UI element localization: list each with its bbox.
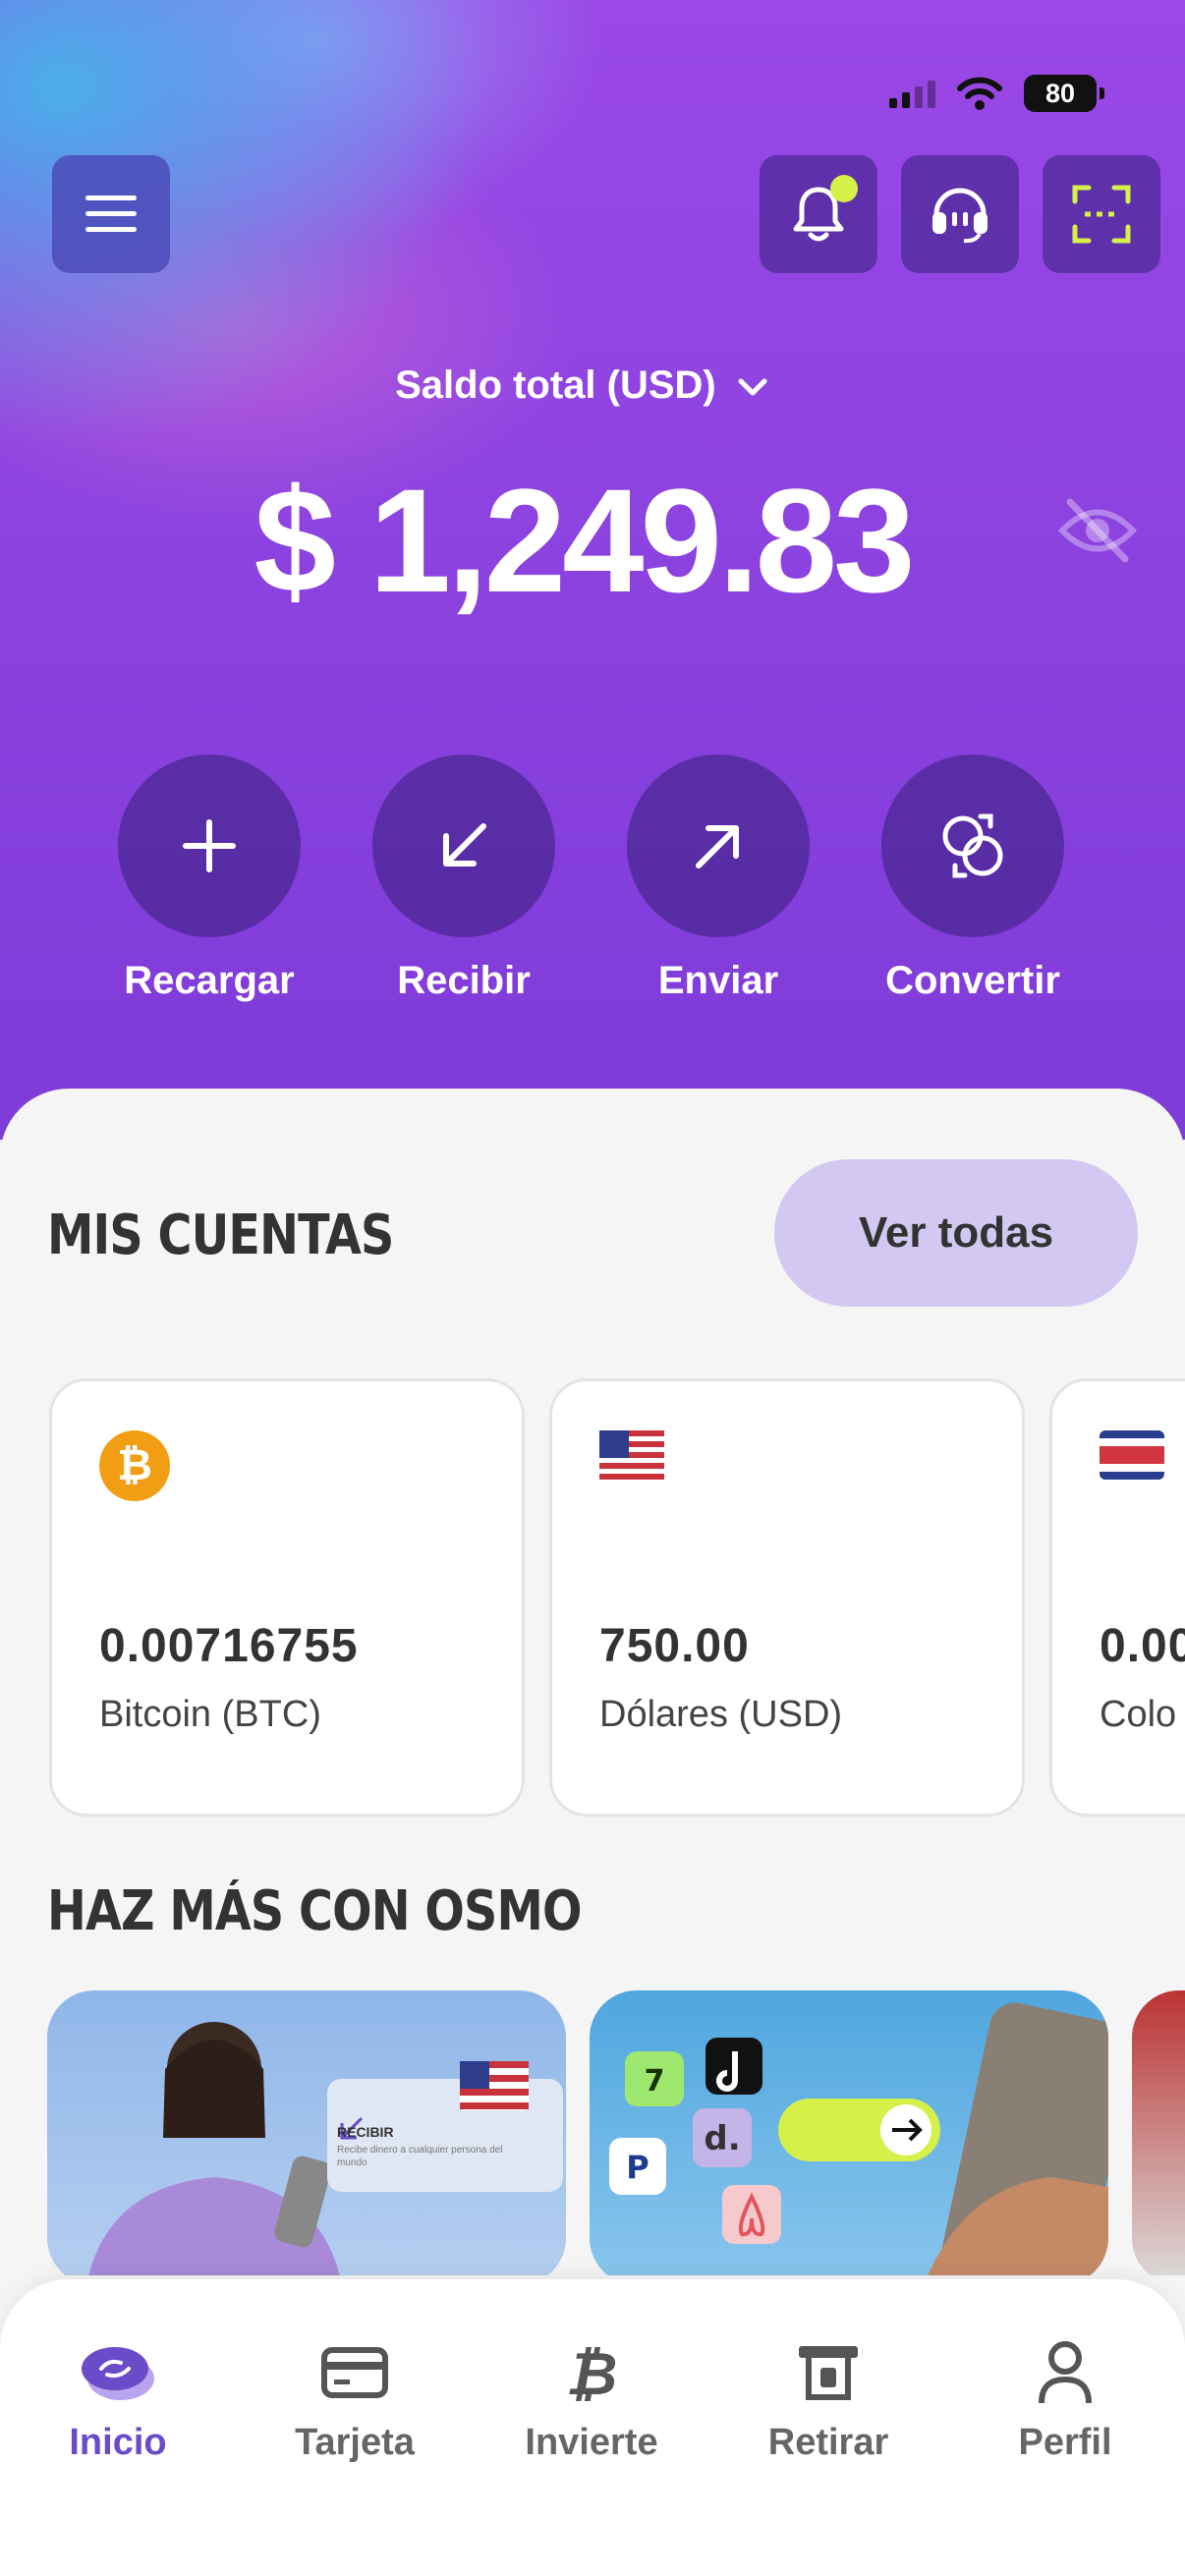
- nav-inicio[interactable]: Inicio: [10, 2333, 226, 2464]
- promo-card-apps[interactable]: 7 P d.: [590, 1990, 1108, 2275]
- menu-button[interactable]: [52, 155, 170, 273]
- status-bar: 80: [889, 75, 1104, 112]
- promo-carousel[interactable]: RECIBIR Recibe dinero a cualquier person…: [0, 1990, 1185, 2275]
- card-icon: [321, 2347, 388, 2398]
- enviar-action[interactable]: Enviar: [610, 755, 826, 1003]
- battery-level: 80: [1044, 78, 1076, 108]
- nav-invierte[interactable]: ₿ Invierte: [483, 2333, 700, 2464]
- action-label: Recargar: [124, 959, 295, 1002]
- balance-currency-selector[interactable]: Saldo total (USD): [0, 364, 1165, 408]
- promo-receive-label: RECIBIR: [337, 2124, 394, 2140]
- nav-label: Invierte: [525, 2422, 658, 2463]
- support-button[interactable]: [901, 155, 1019, 273]
- promo-receive-illustration: [88, 2022, 563, 2275]
- account-amount: 0.00716755: [99, 1620, 359, 1672]
- action-label: Enviar: [657, 959, 779, 1002]
- home-coins-icon: [82, 2347, 154, 2400]
- svg-text:7: 7: [645, 2064, 665, 2099]
- hero-header: 80 Saldo total (USD) $ 1,249.83 Recargar…: [0, 0, 1185, 1140]
- svg-text:₿: ₿: [566, 2341, 618, 2404]
- promo-card-receive[interactable]: RECIBIR Recibe dinero a cualquier person…: [47, 1990, 566, 2275]
- nav-tarjeta[interactable]: Tarjeta: [247, 2333, 463, 2464]
- nav-perfil[interactable]: Perfil: [957, 2333, 1173, 2464]
- arrow-up-right-icon: [627, 755, 810, 937]
- bitcoin-icon: ₿: [99, 1430, 170, 1501]
- recibir-action[interactable]: Recibir: [356, 755, 572, 1003]
- account-name: Bitcoin (BTC): [99, 1694, 321, 1735]
- nav-label: Inicio: [69, 2422, 167, 2463]
- accounts-section-title: MIS CUENTAS: [47, 1204, 394, 1267]
- promo-apps-illustration: 7 P d.: [609, 2002, 1108, 2275]
- account-card-usd[interactable]: 750.00 Dólares (USD): [549, 1378, 1025, 1817]
- nav-label: Perfil: [1018, 2422, 1112, 2463]
- nav-label: Retirar: [767, 2422, 889, 2463]
- costa-rica-flag-icon: [1100, 1430, 1164, 1480]
- view-all-button[interactable]: Ver todas: [774, 1159, 1138, 1307]
- eye-off-icon[interactable]: [1056, 496, 1139, 565]
- account-name: Dólares (USD): [599, 1694, 843, 1735]
- bottom-nav: Inicio Tarjeta ₿ Invierte Retirar Perfil: [0, 2279, 1185, 2576]
- profile-icon: [1039, 2341, 1092, 2404]
- action-label: Recibir: [397, 959, 531, 1002]
- signal-icon: [889, 79, 935, 108]
- headset-icon: [932, 188, 988, 244]
- balance-label: Saldo total (USD): [395, 364, 716, 407]
- notification-dot: [830, 175, 858, 202]
- account-name: Colo: [1100, 1694, 1177, 1735]
- wifi-icon: [957, 77, 1002, 110]
- promo-section-title: HAZ MÁS CON OSMO: [47, 1879, 582, 1943]
- account-amount: 0.00: [1100, 1620, 1185, 1672]
- account-card-crc[interactable]: 0.00 Colo: [1049, 1378, 1185, 1817]
- us-flag-icon: [599, 1430, 664, 1480]
- promo-card-3[interactable]: [1132, 1990, 1185, 2275]
- svg-text:d.: d.: [704, 2119, 740, 2158]
- atm-icon: [799, 2346, 858, 2400]
- balance-amount: $ 1,249.83: [254, 458, 916, 623]
- account-amount: 750.00: [599, 1620, 750, 1672]
- arrow-down-left-icon: [372, 755, 555, 937]
- bitcoin-b-icon: ₿: [566, 2341, 618, 2404]
- plus-icon: [118, 755, 301, 937]
- recargar-action[interactable]: Recargar: [101, 755, 317, 1003]
- notifications-button[interactable]: [760, 155, 877, 273]
- convertir-action[interactable]: Convertir: [865, 755, 1081, 1003]
- battery-indicator: 80: [1024, 75, 1104, 112]
- nav-retirar[interactable]: Retirar: [720, 2333, 936, 2464]
- action-label: Convertir: [885, 959, 1060, 1002]
- account-card-btc[interactable]: ₿ 0.00716755 Bitcoin (BTC): [49, 1378, 525, 1817]
- nav-label: Tarjeta: [295, 2422, 415, 2463]
- us-flag-icon: [460, 2061, 529, 2110]
- convert-icon: [881, 755, 1064, 937]
- svg-text:P: P: [626, 2149, 649, 2186]
- accounts-carousel[interactable]: ₿ 0.00716755 Bitcoin (BTC) 750.00 Dólare…: [0, 1378, 1185, 1817]
- scan-qr-icon: [1072, 185, 1131, 244]
- promo-receive-subtitle: Recibe dinero a cualquier persona del mu…: [337, 2145, 503, 2168]
- hamburger-icon: [85, 196, 137, 232]
- chevron-down-icon: [738, 378, 767, 396]
- scan-button[interactable]: [1043, 155, 1160, 273]
